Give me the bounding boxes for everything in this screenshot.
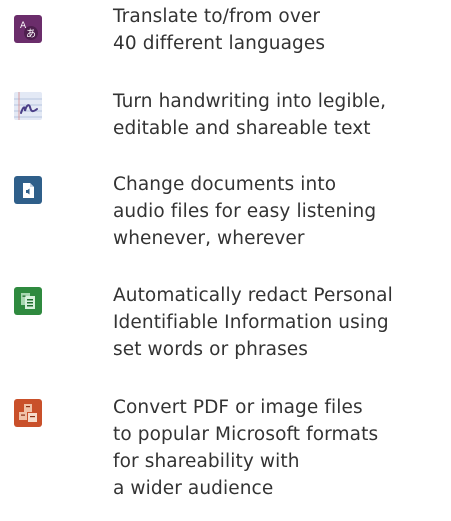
handwriting-icon (14, 92, 42, 120)
feature-line: Automatically redact Personal (113, 285, 393, 306)
document-audio-icon (14, 176, 42, 204)
feature-list: A あ Translate to/from over 40 different … (0, 0, 451, 521)
redact-document-icon (14, 287, 42, 315)
convert-office-icon (14, 399, 42, 427)
feature-line: Turn handwriting into legible, (113, 91, 387, 112)
feature-line: Identifiable Information using (113, 312, 389, 333)
feature-line: audio files for easy listening (113, 201, 377, 222)
feature-line: set words or phrases (113, 339, 309, 360)
translate-icon: A あ (14, 15, 42, 43)
feature-line: a wider audience (113, 478, 274, 499)
feature-line: Convert PDF or image files (113, 397, 363, 418)
feature-description: Translate to/from over 40 different lang… (113, 3, 448, 57)
feature-line: editable and shareable text (113, 118, 371, 139)
feature-description: Automatically redact Personal Identifiab… (113, 282, 448, 363)
feature-line: Change documents into (113, 174, 337, 195)
feature-line: for shareability with (113, 451, 300, 472)
feature-description: Convert PDF or image files to popular Mi… (113, 394, 448, 502)
feature-line: Translate to/from over (113, 6, 321, 27)
feature-description: Turn handwriting into legible, editable … (113, 88, 448, 142)
svg-text:あ: あ (26, 28, 36, 40)
feature-line: to popular Microsoft formats (113, 424, 379, 445)
feature-line: 40 different languages (113, 33, 326, 54)
feature-line: whenever, wherever (113, 228, 305, 249)
feature-description: Change documents into audio files for ea… (113, 171, 448, 252)
